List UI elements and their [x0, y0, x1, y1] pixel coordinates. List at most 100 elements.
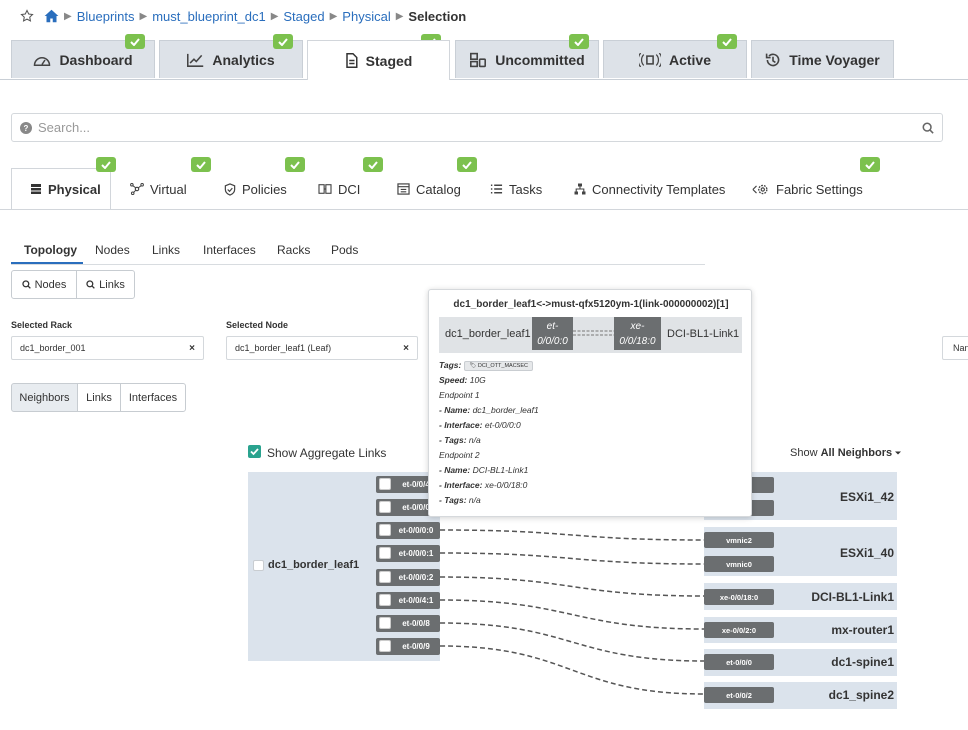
button-label: Nodes — [34, 278, 67, 291]
datacenter-icon — [318, 184, 332, 194]
link-line[interactable] — [439, 599, 705, 630]
neighbor-port-label: xe-0/0/2:0 — [721, 625, 757, 635]
tab-fabric-settings[interactable]: Fabric Settings — [752, 170, 863, 208]
show-prefix: Show — [790, 447, 818, 459]
ep2-iface-label: - Interface: — [439, 480, 483, 490]
find-links-button[interactable]: Links — [76, 270, 135, 299]
status-check-icon — [860, 157, 880, 172]
port-et-0-0-0-1[interactable]: et-0/0/0:1 — [376, 545, 440, 562]
tab-interfaces[interactable]: Interfaces — [203, 243, 256, 257]
interfaces-view-button[interactable]: Interfaces — [120, 383, 186, 412]
tab-label: Connectivity Templates — [592, 181, 726, 197]
ep1-tags-label: - Tags: — [439, 435, 467, 445]
neighbor-name: mx-router1 — [831, 623, 894, 637]
clear-icon[interactable]: × — [403, 343, 409, 354]
name-filter-select[interactable]: Nan — [942, 336, 968, 360]
find-nodes-button[interactable]: Nodes — [11, 270, 77, 299]
neighbor-port[interactable]: xe-0/0/2:0 — [704, 622, 774, 638]
port-label: et-0/0/0:0 — [398, 526, 434, 535]
checkmark-icon — [250, 448, 259, 456]
tab-catalog[interactable]: Catalog — [397, 170, 461, 208]
port-checkbox[interactable] — [379, 524, 391, 536]
tab-label: Fabric Settings — [776, 181, 863, 197]
breadcrumb-blueprint[interactable]: must_blueprint_dc1 — [152, 9, 265, 24]
neighbor-dc1-spine2[interactable]: et-0/0/2 dc1_spine2 — [704, 682, 897, 709]
show-neighbors-dropdown[interactable]: Show All Neighbors — [790, 447, 902, 459]
link-line[interactable] — [439, 529, 705, 541]
port-et-0-0-8[interactable]: et-0/0/8 — [376, 615, 440, 632]
breadcrumb-staged[interactable]: Staged — [283, 9, 324, 24]
port-label: et-0/0/8 — [402, 619, 430, 628]
tab-physical[interactable]: Physical — [30, 170, 101, 208]
tab-topology[interactable]: Topology — [24, 243, 77, 257]
document-icon — [345, 53, 358, 68]
link-line[interactable] — [439, 645, 705, 695]
port-checkbox[interactable] — [379, 547, 391, 559]
neighbor-mx-router1[interactable]: xe-0/0/2:0 mx-router1 — [704, 617, 897, 643]
port-et-0-0-9[interactable]: et-0/0/9 — [376, 638, 440, 655]
tab-nodes[interactable]: Nodes — [95, 243, 130, 257]
links-view-button[interactable]: Links — [77, 383, 121, 412]
port-checkbox[interactable] — [379, 640, 391, 652]
status-check-icon — [717, 34, 737, 49]
neighbor-port[interactable]: vmnic0 — [704, 556, 774, 572]
port-checkbox[interactable] — [379, 571, 391, 583]
port-checkbox[interactable] — [379, 478, 391, 490]
neighbor-dc1-spine1[interactable]: et-0/0/0 dc1-spine1 — [704, 649, 897, 676]
clear-icon[interactable]: × — [189, 343, 195, 354]
tab-pods[interactable]: Pods — [331, 243, 358, 257]
neighbor-name: dc1_spine2 — [828, 688, 894, 702]
tab-dci[interactable]: DCI — [318, 170, 360, 208]
name-filter-value: Nan — [953, 343, 968, 353]
star-icon[interactable] — [20, 9, 34, 23]
tab-virtual[interactable]: Virtual — [130, 170, 187, 208]
port-checkbox[interactable] — [379, 594, 391, 606]
tags-label: Tags: — [439, 360, 462, 370]
tab-connectivity-templates[interactable]: Connectivity Templates — [574, 170, 725, 208]
port-checkbox[interactable] — [379, 617, 391, 629]
tab-tasks[interactable]: Tasks — [490, 170, 542, 208]
tab-staged[interactable]: Staged — [307, 40, 450, 80]
neighbor-port[interactable]: et-0/0/2 — [704, 687, 774, 703]
search-icon — [21, 280, 31, 289]
port-checkbox[interactable] — [379, 501, 391, 513]
tag-chip: 🏷 DCI_OTT_MACSEC — [464, 360, 533, 371]
tab-policies[interactable]: Policies — [224, 170, 287, 208]
search-icon[interactable] — [922, 122, 934, 134]
tab-links[interactable]: Links — [152, 243, 180, 257]
iface-part: et- — [546, 321, 559, 332]
link-line[interactable] — [439, 622, 705, 662]
neighbor-name: ESXi1_42 — [839, 490, 894, 504]
search-input[interactable]: ? Search... — [11, 113, 943, 142]
breadcrumb-physical[interactable]: Physical — [342, 9, 390, 24]
status-check-icon — [569, 34, 589, 49]
port-et-0-0-0-0[interactable]: et-0/0/0:0 — [376, 522, 440, 539]
link-line[interactable] — [439, 552, 705, 565]
link-line[interactable] — [439, 576, 705, 597]
neighbor-esxi1-40[interactable]: vmnic2 vmnic0 ESXi1_40 — [704, 527, 897, 576]
neighbors-view-button[interactable]: Neighbors — [11, 383, 78, 412]
tab-racks[interactable]: Racks — [277, 243, 310, 257]
port-et-0-0-4-1[interactable]: et-0/0/4:1 — [376, 592, 440, 609]
neighbor-port[interactable]: vmnic2 — [704, 532, 774, 548]
tab-label: Active — [668, 51, 712, 68]
tab-time-voyager[interactable]: Time Voyager — [751, 40, 894, 78]
node-checkbox[interactable] — [253, 560, 264, 571]
status-check-icon — [125, 34, 145, 49]
selected-rack-select[interactable]: dc1_border_001 × — [11, 336, 204, 360]
svg-text:?: ? — [24, 124, 29, 133]
breadcrumb-blueprints[interactable]: Blueprints — [77, 9, 135, 24]
home-icon[interactable] — [44, 9, 59, 23]
neighbor-port[interactable]: xe-0/0/18:0 — [704, 589, 774, 605]
port-label: et-0/0/0:1 — [398, 549, 434, 558]
endpoint1-heading: Endpoint 1 — [439, 390, 480, 400]
tab-label: DCI — [338, 181, 361, 197]
neighbor-dci-bl1-link1[interactable]: xe-0/0/18:0 DCI-BL1-Link1 — [704, 583, 897, 610]
port-et-0-0-0-2[interactable]: et-0/0/0:2 — [376, 569, 440, 586]
ep2-name: DCI-BL1-Link1 — [472, 465, 529, 475]
tab-label: Catalog — [416, 181, 461, 197]
leaf-node-name: dc1_border_leaf1 — [268, 559, 360, 571]
aggregate-links-checkbox[interactable] — [248, 445, 261, 458]
neighbor-port[interactable]: et-0/0/0 — [704, 654, 774, 670]
selected-node-select[interactable]: dc1_border_leaf1 (Leaf) × — [226, 336, 418, 360]
